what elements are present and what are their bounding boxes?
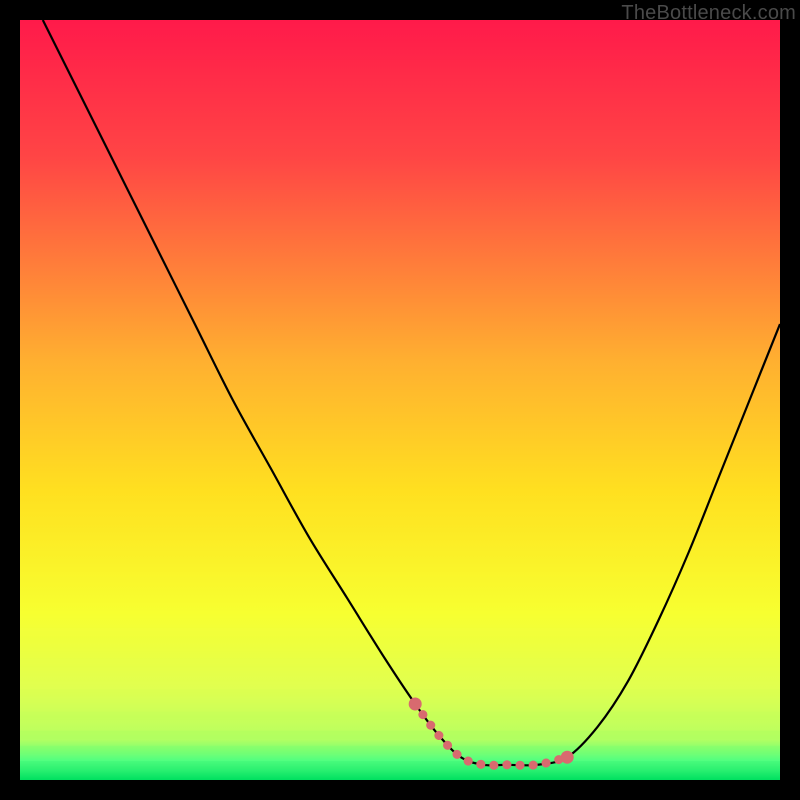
watermark-text: TheBottleneck.com [621, 2, 796, 25]
chart-frame [20, 20, 780, 780]
bottleneck-plot [20, 20, 780, 780]
